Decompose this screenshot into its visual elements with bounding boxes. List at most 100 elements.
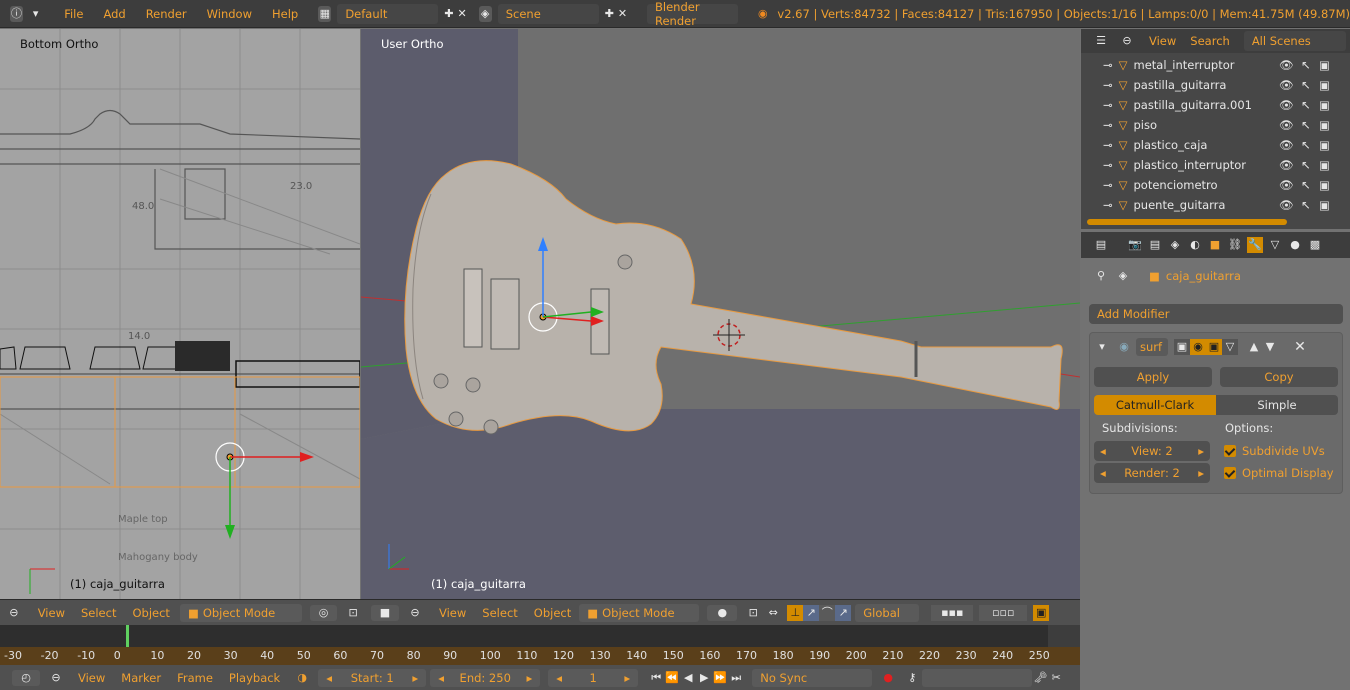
select-icon[interactable]: ↖ xyxy=(1301,158,1311,172)
layers-tab-icon[interactable]: ▤ xyxy=(1147,237,1163,253)
outliner-item[interactable]: ⊸ ▽ pastilla_guitarra 👁 ↖ ▣ xyxy=(1081,75,1350,95)
scene-tab-icon[interactable]: ◈ xyxy=(1167,237,1183,253)
screen-layout-icon[interactable]: ▦ xyxy=(318,5,332,22)
menu-playback[interactable]: Playback xyxy=(229,671,280,685)
chevron-down-icon[interactable]: ▾ xyxy=(29,6,42,22)
pivot-icon[interactable]: ⊡ xyxy=(745,605,761,621)
timeline-icon[interactable]: ◴ xyxy=(12,669,40,686)
next-keyframe-icon[interactable]: ⏩ xyxy=(712,670,728,686)
render-icon[interactable]: ▣ xyxy=(1319,58,1330,72)
editor-type-icon[interactable]: ⊖ xyxy=(6,605,22,621)
chevron-left-icon[interactable]: ◂ xyxy=(556,671,562,685)
select-icon[interactable]: ↖ xyxy=(1301,198,1311,212)
menu-render[interactable]: Render xyxy=(146,7,187,21)
prev-keyframe-icon[interactable]: ⏪ xyxy=(664,670,680,686)
outliner-icon[interactable]: ☰ xyxy=(1093,33,1109,49)
manipulator-icon[interactable]: ⇔ xyxy=(765,605,781,621)
select-icon[interactable]: ↖ xyxy=(1301,178,1311,192)
close-icon[interactable]: ✕ xyxy=(456,6,469,22)
menu-frame[interactable]: Frame xyxy=(177,671,213,685)
visibility-icon[interactable]: 👁 xyxy=(1279,178,1294,192)
select-icon[interactable]: ↖ xyxy=(1301,98,1311,112)
viewport-shading-icon[interactable]: ■ xyxy=(371,604,399,621)
outliner-item[interactable]: ⊸ ▽ puente_guitarra 👁 ↖ ▣ xyxy=(1081,195,1350,215)
left-viewport[interactable]: 23.0 48.0 14.0 Maple top Mahogany body B… xyxy=(0,29,360,599)
expand-icon[interactable]: ⊸ xyxy=(1103,158,1113,172)
cage-toggle-icon[interactable]: ▽ xyxy=(1222,339,1238,355)
current-frame-field[interactable]: ◂ 1 ▸ xyxy=(548,668,639,687)
select-icon[interactable]: ↖ xyxy=(1301,78,1311,92)
play-icon[interactable]: ▶ xyxy=(696,670,712,686)
chevron-right-icon[interactable]: ▸ xyxy=(1198,441,1204,461)
scale-icon[interactable]: ⌒ xyxy=(819,604,836,621)
jump-start-icon[interactable]: ⏮ xyxy=(648,670,664,686)
outliner-item[interactable]: ⊸ ▽ metal_interruptor 👁 ↖ ▣ xyxy=(1081,55,1350,75)
pivot-icon[interactable]: ⊡ xyxy=(345,605,361,621)
viewport-toggle-icon[interactable]: ◉ xyxy=(1190,339,1206,355)
layout-selector[interactable]: Default xyxy=(337,3,439,24)
menu-help[interactable]: Help xyxy=(272,7,298,21)
render-toggle-icon[interactable]: ▣ xyxy=(1174,339,1190,355)
outliner-item[interactable]: ⊸ ▽ plastico_caja 👁 ↖ ▣ xyxy=(1081,135,1350,155)
chevron-right-icon[interactable]: ▸ xyxy=(412,671,418,685)
move-down-icon[interactable]: ▼ xyxy=(1262,339,1278,355)
editor-type-icon[interactable]: ⊖ xyxy=(48,670,64,686)
layers-icon[interactable]: ▫▫▫ xyxy=(979,604,1028,621)
menu-select[interactable]: Select xyxy=(482,606,517,620)
end-frame-field[interactable]: ◂ End: 250 ▸ xyxy=(430,668,541,687)
jump-end-icon[interactable]: ⏭ xyxy=(728,670,744,686)
chevron-left-icon[interactable]: ◂ xyxy=(1100,441,1106,461)
layers-icon[interactable]: ▪▪▪ xyxy=(931,604,974,621)
scope-selector[interactable]: All Scenes xyxy=(1243,31,1346,51)
visibility-icon[interactable]: 👁 xyxy=(1279,58,1294,72)
keyset-icon[interactable]: ⚷ xyxy=(904,670,920,686)
rotate-icon[interactable]: ↗ xyxy=(803,604,820,621)
menu-view[interactable]: View xyxy=(1149,34,1176,48)
optimal-display-checkbox[interactable] xyxy=(1224,467,1236,479)
modifiers-tab-icon[interactable]: 🔧 xyxy=(1247,237,1263,253)
expand-icon[interactable]: ⊸ xyxy=(1103,198,1113,212)
main-viewport[interactable]: User Ortho (1) caja_guitarra xyxy=(361,29,1080,599)
visibility-icon[interactable]: 👁 xyxy=(1279,98,1294,112)
chevron-left-icon[interactable]: ◂ xyxy=(326,671,332,685)
outliner-item[interactable]: ⊸ ▽ pastilla_guitarra.001 👁 ↖ ▣ xyxy=(1081,95,1350,115)
catmull-clark-toggle[interactable]: Catmull-Clark xyxy=(1094,395,1216,415)
simple-toggle[interactable]: Simple xyxy=(1216,395,1338,415)
expand-icon[interactable]: ⊸ xyxy=(1103,178,1113,192)
move-up-icon[interactable]: ▲ xyxy=(1246,339,1262,355)
render-icon[interactable]: ▣ xyxy=(1319,158,1330,172)
mode-selector[interactable]: ■ Object Mode xyxy=(579,603,700,622)
timeline-track[interactable] xyxy=(0,625,1048,647)
select-icon[interactable]: ↖ xyxy=(1301,138,1311,152)
shading-sphere-icon[interactable]: ● xyxy=(707,604,738,621)
chevron-right-icon[interactable]: ▸ xyxy=(526,671,532,685)
record-icon[interactable]: ● xyxy=(880,670,896,686)
menu-select[interactable]: Select xyxy=(81,606,116,620)
editor-type-icon[interactable]: ⊖ xyxy=(407,605,423,621)
add-icon[interactable]: ✚ xyxy=(603,6,616,22)
visibility-icon[interactable]: 👁 xyxy=(1279,118,1294,132)
menu-object[interactable]: Object xyxy=(534,606,571,620)
data-tab-icon[interactable]: ▽ xyxy=(1267,237,1283,253)
menu-view[interactable]: View xyxy=(78,671,105,685)
orientation-selector[interactable]: Global xyxy=(855,603,920,622)
key-delete-icon[interactable]: ✂ xyxy=(1048,670,1064,686)
render-icon[interactable]: ▣ xyxy=(1319,98,1330,112)
info-icon[interactable]: ⓘ xyxy=(10,5,24,22)
key-insert-icon[interactable]: 🗝 xyxy=(1032,670,1048,686)
translate-icon[interactable]: ⊥ xyxy=(787,604,804,621)
expand-icon[interactable]: ⊸ xyxy=(1103,138,1113,152)
render-icon[interactable]: ▣ xyxy=(1319,118,1330,132)
scene-icon[interactable]: ◈ xyxy=(478,5,492,22)
apply-button[interactable]: Apply xyxy=(1094,367,1212,387)
menu-file[interactable]: File xyxy=(64,7,83,21)
pin-icon[interactable]: ⚲ xyxy=(1093,268,1109,284)
editmode-toggle-icon[interactable]: ▣ xyxy=(1206,339,1222,355)
mode-selector[interactable]: ■ Object Mode xyxy=(179,603,302,622)
close-icon[interactable]: ✕ xyxy=(616,6,629,22)
play-reverse-icon[interactable]: ◀ xyxy=(680,670,696,686)
expand-icon[interactable]: ⊸ xyxy=(1103,118,1113,132)
modifier-name-field[interactable]: surf xyxy=(1136,338,1168,356)
render-tab-icon[interactable]: 📷 xyxy=(1127,237,1143,253)
visibility-icon[interactable]: 👁 xyxy=(1279,158,1294,172)
